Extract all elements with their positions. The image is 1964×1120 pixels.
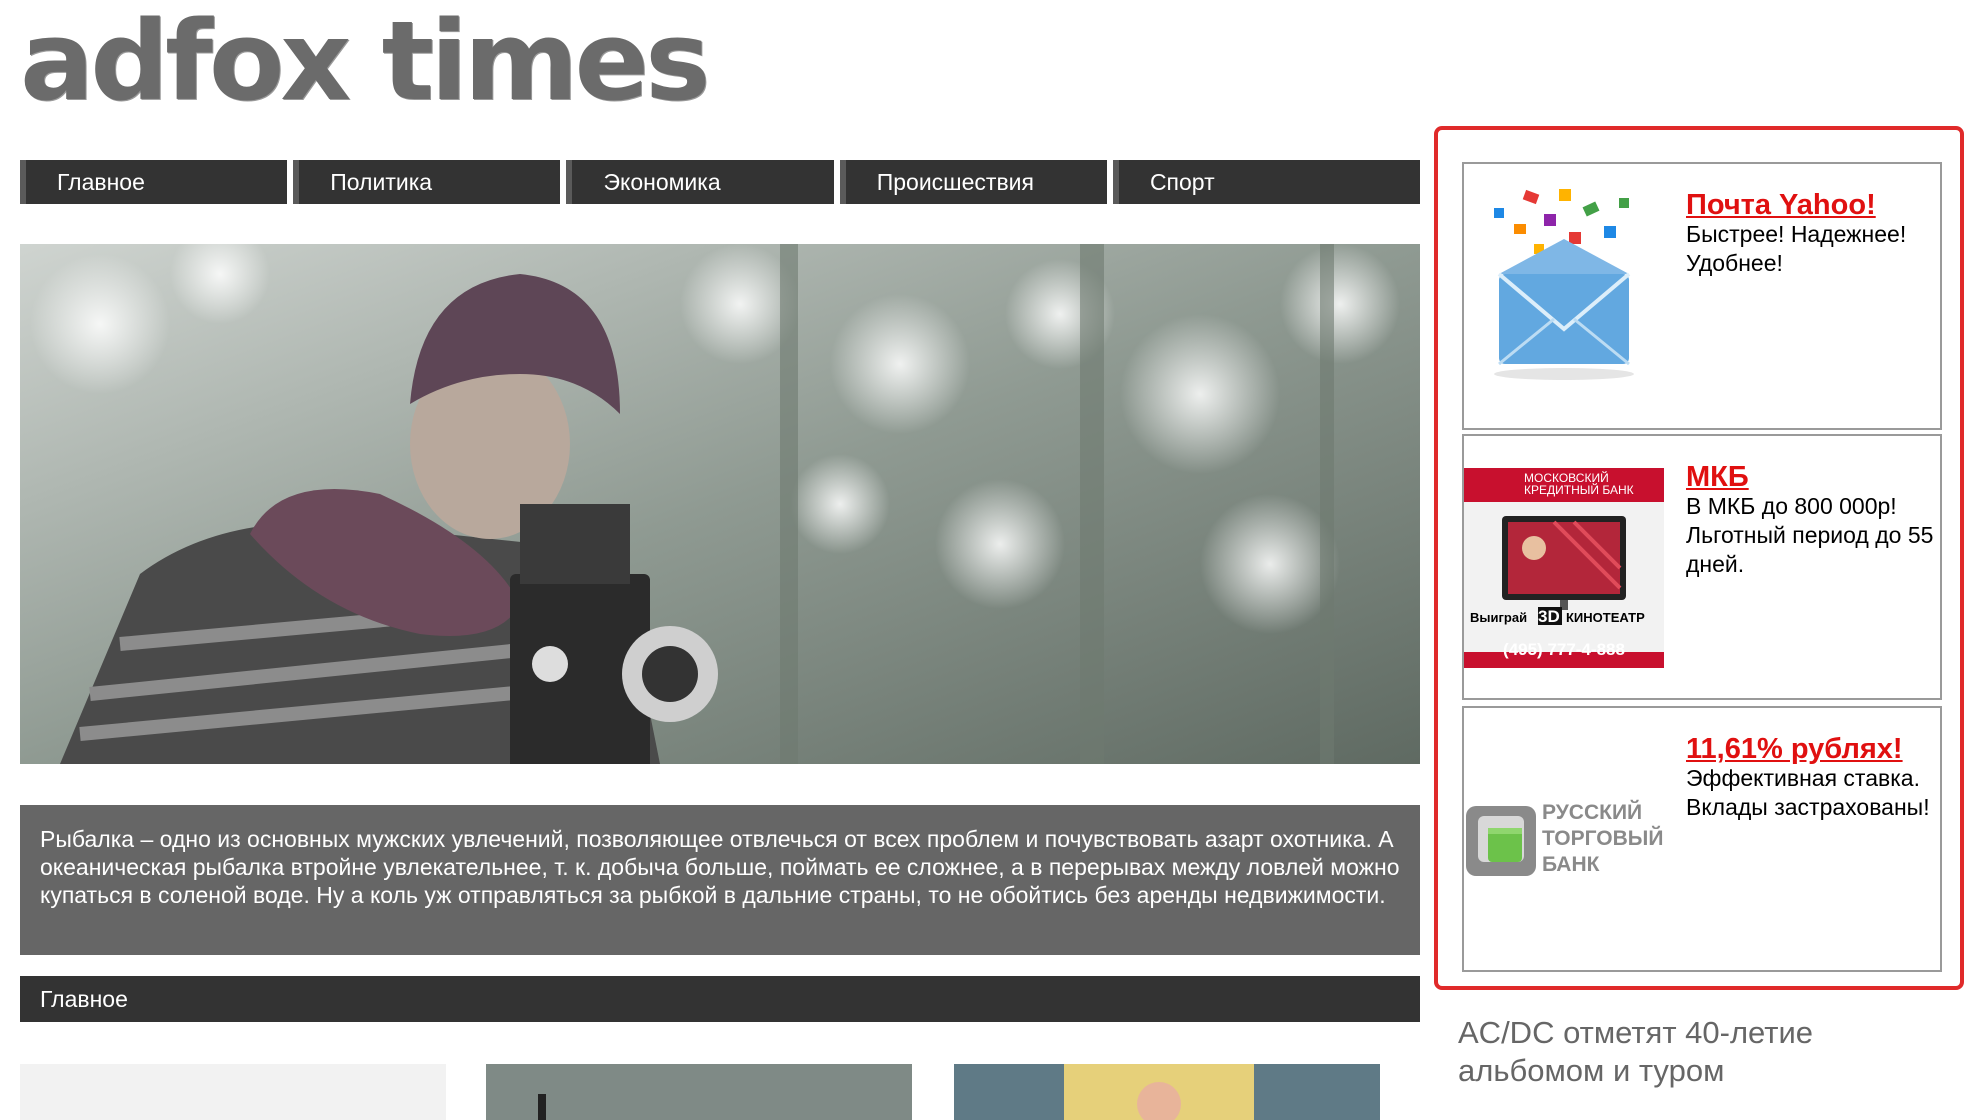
ad-rtb-logo-line-1: РУССКИЙ — [1542, 801, 1643, 824]
ad-yahoo-body: Быстрее! Надежнее! Удобнее! — [1686, 221, 1907, 276]
ad-rtb-text: 11,61% рублях! Эффективная ставка. Вклад… — [1686, 734, 1936, 822]
envelope-icon[interactable] — [1464, 184, 1664, 384]
ad-mkb-text: МКБ В МКБ до 800 000р! Льготный период д… — [1686, 462, 1936, 579]
ad-mkb-bank-name: МОСКОВСКИЙ КРЕДИТНЫЙ БАНК — [1524, 471, 1634, 497]
nav-item-incidents[interactable]: Происшествия — [839, 160, 1107, 204]
ad-mkb-body: В МКБ до 800 000р! Льготный период до 55… — [1686, 493, 1934, 577]
side-news-headline[interactable]: AC/DC отметят 40-летие альбомом и туром — [1458, 1014, 1878, 1090]
section-title-main: Главное — [20, 976, 1420, 1022]
ad-rtb-logo[interactable]: РУССКИЙ ТОРГОВЫЙ БАНК — [1464, 800, 1664, 882]
ad-rtb[interactable]: РУССКИЙ ТОРГОВЫЙ БАНК 11,61% рублях! Эфф… — [1462, 706, 1942, 972]
ad-yahoo[interactable]: Почта Yahoo! Быстрее! Надежнее! Удобнее! — [1462, 162, 1942, 430]
ad-mkb[interactable]: МОСКОВСКИЙ КРЕДИТНЫЙ БАНК Выиграй 3D КИН… — [1462, 434, 1942, 700]
news-thumb-1[interactable] — [20, 1064, 446, 1120]
ad-rtb-body: Эффективная ставка. Вклады застрахованы! — [1686, 765, 1930, 820]
ad-mkb-promo-a: Выиграй — [1470, 610, 1528, 625]
rtb-logo-icon — [1466, 806, 1536, 876]
news-thumb-3[interactable] — [954, 1064, 1380, 1120]
news-thumb-2[interactable] — [486, 1064, 912, 1120]
nav-item-sport[interactable]: Спорт — [1112, 160, 1421, 204]
site-logo[interactable]: adfox times — [20, 6, 711, 116]
nav-item-economy[interactable]: Экономика — [566, 160, 834, 204]
ad-mkb-title[interactable]: МКБ — [1686, 462, 1936, 492]
news-thumb-2-image — [486, 1064, 912, 1120]
ad-yahoo-text: Почта Yahoo! Быстрее! Надежнее! Удобнее! — [1686, 190, 1936, 278]
ad-rtb-logo-line-2: ТОРГОВЫЙ — [1542, 827, 1664, 850]
news-thumb-1-image — [20, 1064, 446, 1120]
ad-rtb-title[interactable]: 11,61% рублях! — [1686, 734, 1936, 764]
hero-image[interactable] — [20, 244, 1420, 764]
ad-mkb-banner-art — [1464, 468, 1664, 668]
ad-mkb-phone: (495) 777-4-888 — [1503, 640, 1625, 659]
ad-mkb-banner[interactable]: МОСКОВСКИЙ КРЕДИТНЫЙ БАНК Выиграй 3D КИН… — [1464, 468, 1664, 668]
ad-rtb-logo-text: РУССКИЙ ТОРГОВЫЙ БАНК — [1542, 800, 1663, 878]
ad-rtb-logo-line-3: БАНК — [1542, 853, 1600, 876]
ad-mkb-promo-c: КИНОТЕАТР — [1566, 610, 1645, 625]
hero-photo-illustration — [20, 244, 1420, 764]
nav-item-main[interactable]: Главное — [20, 160, 288, 204]
main-nav: Главное Политика Экономика Происшествия … — [20, 160, 1421, 204]
ads-block: Почта Yahoo! Быстрее! Надежнее! Удобнее!… — [1434, 126, 1964, 990]
news-thumb-3-image — [954, 1064, 1380, 1120]
hero-caption: Рыбалка – одно из основных мужских увлеч… — [20, 805, 1420, 955]
ad-yahoo-title[interactable]: Почта Yahoo! — [1686, 190, 1936, 220]
nav-item-politics[interactable]: Политика — [293, 160, 561, 204]
ad-mkb-promo-b: 3D — [1538, 607, 1560, 626]
